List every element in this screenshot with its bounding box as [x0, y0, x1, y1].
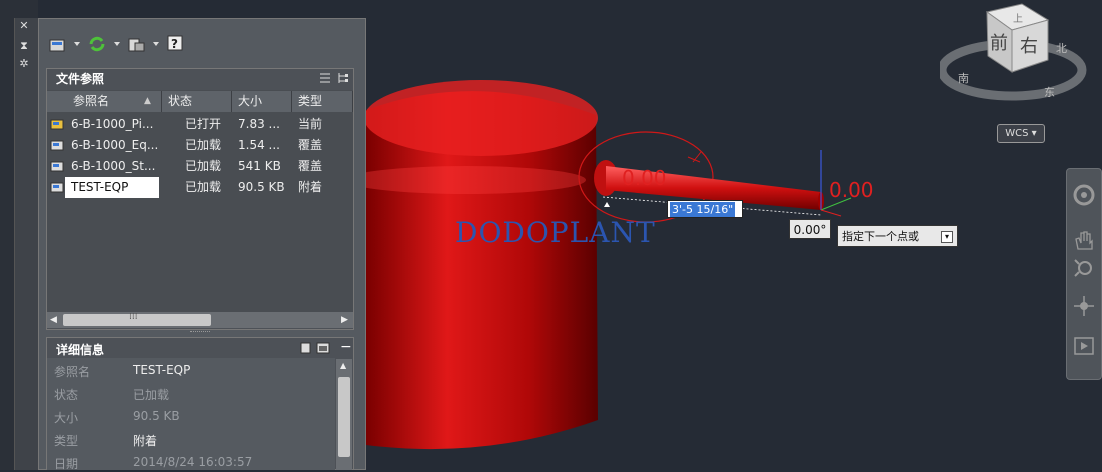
- ucs-x-axis: [820, 209, 842, 217]
- attach-dropdown-icon[interactable]: [74, 42, 80, 46]
- palette-title-bar: [14, 18, 39, 470]
- scroll-right-icon[interactable]: ▶: [341, 312, 348, 328]
- details-list: [47, 358, 335, 470]
- refresh-icon[interactable]: [87, 35, 107, 53]
- attach-dwg-icon[interactable]: [48, 36, 68, 54]
- viewcube-top-face[interactable]: 上: [1013, 13, 1023, 25]
- table-row[interactable]: 6-B-1000_Pi... 已打开 7.83 ... 当前: [47, 114, 353, 135]
- dwg-reference-icon: [50, 140, 64, 151]
- compass-south[interactable]: 南: [958, 72, 969, 85]
- autohide-icon[interactable]: ⧗: [18, 40, 30, 52]
- ref-status: 已加载: [185, 138, 222, 152]
- detail-label: 大小: [54, 411, 79, 425]
- svg-text:?: ?: [171, 37, 178, 51]
- detail-label: 状态: [54, 388, 79, 402]
- file-references-title: 文件参照: [56, 72, 105, 86]
- details-scroll-thumb[interactable]: [338, 377, 350, 457]
- preview-icon[interactable]: [316, 342, 330, 354]
- viewcube-right-face[interactable]: 右: [1020, 36, 1038, 57]
- command-prompt-tooltip[interactable]: 指定下一个点或 ▾: [837, 225, 958, 247]
- detail-value: TEST-EQP: [133, 363, 191, 377]
- showmotion-icon[interactable]: [1072, 334, 1096, 358]
- table-row[interactable]: 6-B-1000_Eq... 已加载 1.54 ... 覆盖: [47, 135, 353, 156]
- scrollbar-thumb[interactable]: ⁞⁞⁞: [63, 312, 211, 326]
- details-vertical-scrollbar[interactable]: ▲: [336, 359, 352, 470]
- detail-value: 2014/8/24 16:03:57: [133, 455, 253, 469]
- column-header-size[interactable]: 大小: [232, 91, 292, 112]
- ref-type: 当前: [298, 117, 323, 131]
- refresh-dropdown-icon[interactable]: [114, 42, 120, 46]
- column-header-status[interactable]: 状态: [162, 91, 232, 112]
- splitter-grip[interactable]: [190, 331, 210, 335]
- help-icon[interactable]: ?: [167, 35, 185, 53]
- zoom-extents-icon[interactable]: [1072, 257, 1096, 279]
- angle-label-right: 0.00: [829, 178, 874, 202]
- dwg-reference-icon: [50, 161, 64, 172]
- grip-tick: [687, 151, 702, 163]
- ref-name: 6-B-1000_Eq...: [71, 138, 159, 152]
- ref-name: 6-B-1000_Pi...: [71, 117, 154, 131]
- details-view-icon[interactable]: [300, 342, 312, 354]
- compass-north[interactable]: 北: [1056, 42, 1067, 55]
- angle-label-left: 0.00: [622, 166, 667, 190]
- dynamic-input-angle[interactable]: 0.00°: [789, 219, 831, 239]
- close-icon[interactable]: ✕: [18, 20, 30, 32]
- ref-status: 已加载: [185, 180, 222, 194]
- dynamic-input-length[interactable]: 3'-5 15/16": [667, 200, 743, 218]
- table-row[interactable]: 6-B-1000_St... 已加载 541 KB 覆盖: [47, 156, 353, 177]
- scroll-left-icon[interactable]: ◀: [50, 312, 57, 328]
- change-path-icon[interactable]: [127, 36, 147, 54]
- ref-type: 覆盖: [298, 159, 323, 173]
- current-drawing-icon: [50, 119, 64, 130]
- vessel-3d-model[interactable]: [366, 80, 598, 450]
- detail-label: 类型: [54, 434, 79, 448]
- navigation-bar: [1066, 168, 1102, 380]
- table-row-selected[interactable]: TEST-EQP 已加载 90.5 KB 附着: [47, 177, 353, 198]
- ref-status: 已加载: [185, 159, 222, 173]
- detail-label: 参照名: [54, 365, 91, 379]
- watermark-text: DODOPLANT: [455, 216, 656, 249]
- orbit-icon[interactable]: [1072, 294, 1096, 318]
- ref-size: 90.5 KB: [238, 180, 285, 194]
- properties-gear-icon[interactable]: ✲: [18, 58, 30, 70]
- detail-value: 90.5 KB: [133, 409, 180, 423]
- steering-wheel-icon[interactable]: [1072, 183, 1096, 207]
- ref-status: 已打开: [185, 117, 222, 131]
- details-title: 详细信息: [56, 343, 105, 357]
- ref-name-editing[interactable]: TEST-EQP: [65, 177, 159, 198]
- dwg-reference-icon: [50, 182, 64, 193]
- ref-type: 附着: [298, 180, 323, 194]
- ref-size: 7.83 ...: [238, 117, 280, 131]
- detail-value: 附着: [133, 434, 158, 448]
- ref-size: 541 KB: [238, 159, 281, 173]
- detail-label: 日期: [54, 457, 79, 471]
- column-header-type[interactable]: 类型: [292, 91, 353, 112]
- options-dropdown-icon[interactable]: ▾: [941, 231, 953, 243]
- collapse-icon[interactable]: −: [340, 339, 352, 355]
- viewcube-front-face[interactable]: 前: [990, 33, 1008, 54]
- list-view-icon[interactable]: [319, 72, 331, 84]
- wcs-menu-button[interactable]: WCS ▾: [997, 124, 1045, 143]
- ref-name: 6-B-1000_St...: [71, 159, 156, 173]
- detail-value: 已加载: [133, 388, 170, 402]
- column-header-name[interactable]: 参照名 ▲: [47, 91, 162, 112]
- tree-view-icon[interactable]: [337, 72, 349, 84]
- viewcube[interactable]: 上 前 右 北 南 东: [940, 0, 1090, 110]
- ref-size: 1.54 ...: [238, 138, 280, 152]
- pan-hand-icon[interactable]: [1072, 229, 1096, 251]
- snap-marker: [604, 202, 610, 207]
- ref-type: 覆盖: [298, 138, 323, 152]
- path-dropdown-icon[interactable]: [153, 42, 159, 46]
- compass-east[interactable]: 东: [1044, 86, 1055, 99]
